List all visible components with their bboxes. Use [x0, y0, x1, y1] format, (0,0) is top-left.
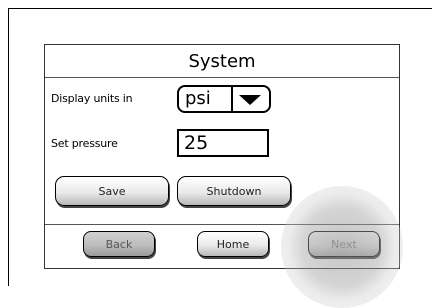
- next-button[interactable]: Next: [308, 231, 380, 257]
- save-button[interactable]: Save: [55, 176, 169, 206]
- divider: [45, 224, 399, 225]
- set-pressure-label: Set pressure: [51, 137, 118, 150]
- display-units-select[interactable]: psi: [177, 85, 271, 113]
- set-pressure-input[interactable]: 25: [177, 129, 269, 157]
- home-button[interactable]: Home: [197, 231, 269, 257]
- display-units-label: Display units in: [51, 92, 133, 105]
- shutdown-button[interactable]: Shutdown: [177, 176, 291, 206]
- page-title: System: [45, 45, 399, 78]
- back-button[interactable]: Back: [83, 231, 155, 257]
- system-screen: System Display units in psi Set pressure…: [44, 44, 400, 269]
- select-divider: [231, 87, 233, 111]
- chevron-down-icon[interactable]: [239, 95, 261, 105]
- display-units-value: psi: [185, 88, 211, 109]
